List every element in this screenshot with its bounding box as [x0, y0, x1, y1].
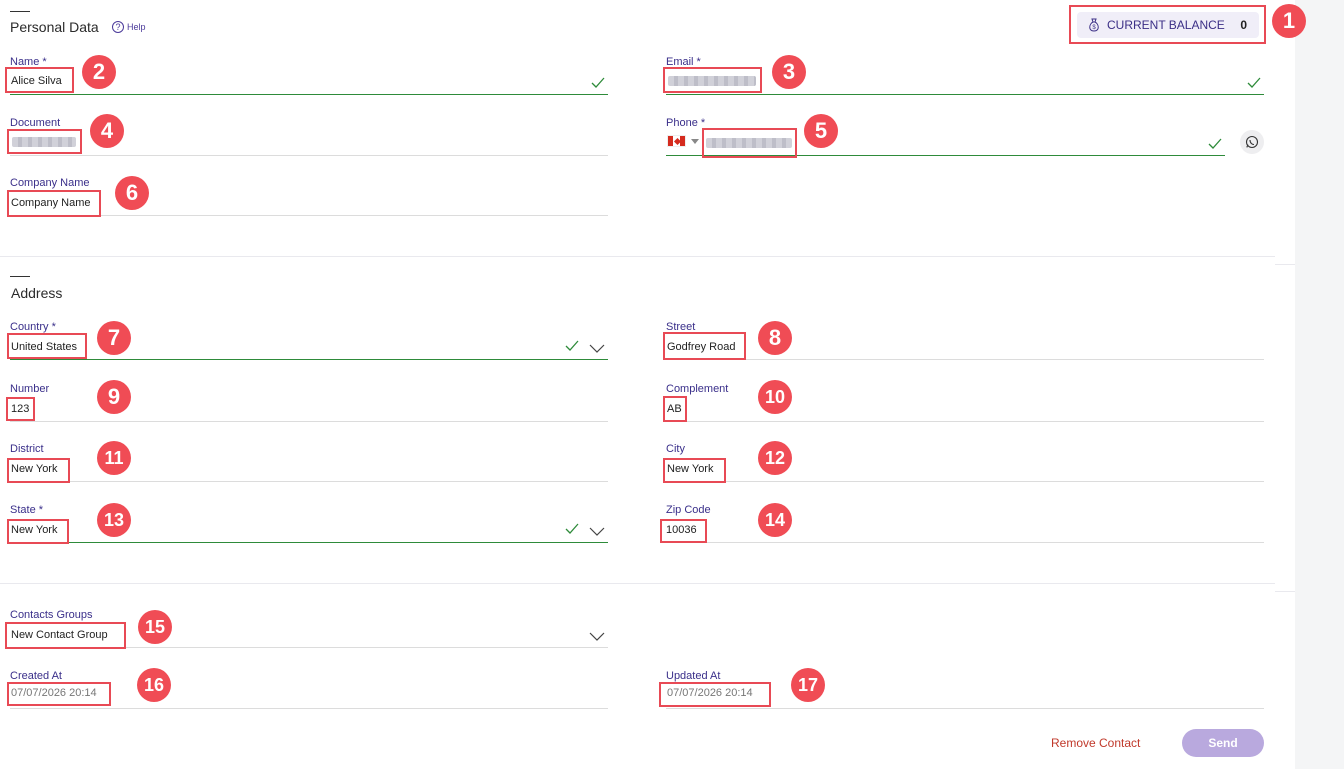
right-gutter	[1295, 0, 1344, 769]
annotation-box	[6, 397, 35, 421]
section-divider	[0, 256, 1275, 257]
city-field[interactable]: City New York	[666, 443, 1264, 483]
annotation-box	[7, 519, 69, 544]
annotation-box	[5, 67, 74, 93]
annotation-badge: 12	[758, 441, 792, 475]
number-underline	[10, 421, 608, 422]
remove-contact-button[interactable]: Remove Contact	[1051, 736, 1140, 750]
annotation-box	[663, 67, 762, 93]
chevron-down-icon[interactable]	[589, 632, 605, 642]
zip-code-underline	[666, 542, 1264, 543]
check-icon	[565, 340, 579, 351]
annotation-badge: 1	[1272, 4, 1306, 38]
check-icon	[1208, 138, 1222, 149]
street-field[interactable]: Street Godfrey Road	[666, 321, 1264, 361]
send-button[interactable]: Send	[1182, 729, 1264, 757]
annotation-box	[663, 396, 687, 422]
annotation-badge: 10	[758, 380, 792, 414]
annotation-box	[7, 190, 101, 217]
annotation-badge: 11	[97, 441, 131, 475]
annotation-box	[1069, 5, 1266, 44]
check-icon	[591, 77, 605, 88]
section-divider	[0, 583, 1275, 584]
annotation-badge: 3	[772, 55, 806, 89]
annotation-box	[7, 333, 87, 359]
annotation-badge: 9	[97, 380, 131, 414]
country-label: Country *	[10, 321, 56, 333]
annotation-box	[663, 332, 746, 360]
address-title: Address	[11, 285, 63, 301]
section-dash	[10, 11, 30, 12]
annotation-box	[660, 519, 707, 543]
state-underline	[10, 542, 608, 543]
section-divider	[1275, 591, 1295, 592]
city-label: City	[666, 443, 685, 455]
personal-data-title: Personal Data	[10, 19, 99, 35]
phone-label: Phone *	[666, 117, 706, 129]
annotation-badge: 16	[137, 668, 171, 702]
check-icon	[1247, 77, 1261, 88]
district-label: District	[10, 443, 44, 455]
created-at-label: Created At	[10, 670, 62, 682]
annotation-badge: 5	[804, 114, 838, 148]
country-underline	[10, 359, 608, 360]
annotation-badge: 8	[758, 321, 792, 355]
complement-field[interactable]: Complement AB	[666, 383, 1264, 423]
complement-underline	[666, 421, 1264, 422]
zip-code-field[interactable]: Zip Code 10036	[666, 504, 1264, 544]
document-underline	[10, 155, 608, 156]
updated-at-underline	[666, 708, 1264, 709]
annotation-box	[7, 129, 82, 154]
annotation-box	[663, 458, 726, 483]
section-dash	[10, 276, 30, 277]
annotation-badge: 14	[758, 503, 792, 537]
chevron-down-icon[interactable]	[589, 344, 605, 354]
district-underline	[10, 481, 608, 482]
created-at-underline	[10, 708, 608, 709]
annotation-box	[7, 458, 70, 483]
street-underline	[666, 359, 1264, 360]
state-label: State *	[10, 504, 44, 516]
help-icon: ?	[112, 21, 124, 33]
company-name-label: Company Name	[10, 177, 90, 189]
email-underline	[666, 94, 1264, 95]
number-label: Number	[10, 383, 50, 395]
annotation-box	[659, 682, 771, 707]
contacts-groups-label: Contacts Groups	[10, 609, 93, 621]
annotation-badge: 4	[90, 114, 124, 148]
updated-at-label: Updated At	[666, 670, 721, 682]
annotation-box	[7, 682, 111, 706]
annotation-badge: 15	[138, 610, 172, 644]
annotation-badge: 6	[115, 176, 149, 210]
chevron-down-icon[interactable]	[589, 527, 605, 537]
help-link[interactable]: ? Help	[112, 21, 146, 33]
annotation-badge: 13	[97, 503, 131, 537]
whatsapp-button[interactable]	[1240, 130, 1264, 154]
document-label: Document	[10, 117, 61, 129]
annotation-box	[5, 622, 126, 649]
name-underline	[10, 94, 608, 95]
check-icon	[565, 523, 579, 534]
annotation-badge: 17	[791, 668, 825, 702]
help-label: Help	[127, 22, 146, 32]
annotation-box	[702, 128, 797, 158]
annotation-badge: 2	[82, 55, 116, 89]
complement-label: Complement	[666, 383, 729, 395]
section-divider	[1275, 264, 1295, 265]
whatsapp-icon	[1245, 135, 1259, 149]
city-underline	[666, 481, 1264, 482]
annotation-badge: 7	[97, 321, 131, 355]
zip-code-label: Zip Code	[666, 504, 711, 516]
